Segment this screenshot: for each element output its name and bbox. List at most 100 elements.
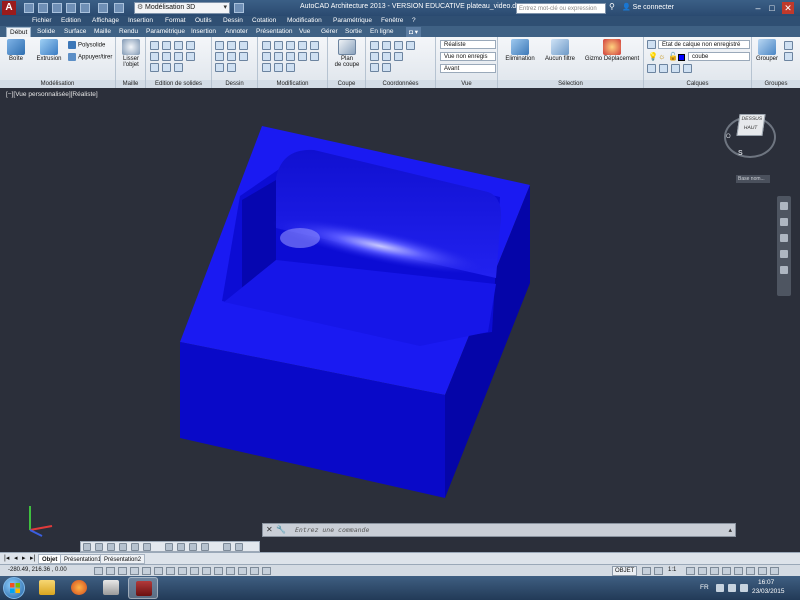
new-file-icon[interactable] bbox=[24, 3, 34, 13]
clean-screen-icon[interactable] bbox=[770, 567, 779, 575]
wcs-dropdown[interactable]: Base nom... bbox=[736, 175, 770, 183]
polysolide-button[interactable]: Polysolide bbox=[68, 41, 105, 49]
grid-icon[interactable] bbox=[118, 567, 127, 575]
compass-west-label[interactable]: O bbox=[726, 134, 731, 140]
panel-title-selection[interactable]: Sélection bbox=[498, 80, 643, 88]
plot-icon[interactable] bbox=[80, 3, 90, 13]
save-icon[interactable] bbox=[52, 3, 62, 13]
tab-insertion[interactable]: Insertion bbox=[188, 27, 219, 37]
3d-model-scene[interactable] bbox=[0, 88, 800, 552]
otrack-icon[interactable] bbox=[178, 567, 187, 575]
tab-sortie[interactable]: Sortie bbox=[342, 27, 365, 37]
undo-icon[interactable] bbox=[98, 3, 108, 13]
extrusion-button[interactable]: Extrusion bbox=[34, 39, 64, 62]
snap-icon[interactable] bbox=[106, 567, 115, 575]
zoom-icon[interactable] bbox=[780, 234, 788, 242]
taskbar-firefox[interactable] bbox=[64, 577, 94, 599]
hardware-acceleration-icon[interactable] bbox=[734, 567, 743, 575]
showmotion-icon[interactable] bbox=[780, 266, 788, 274]
status-bar-menu-icon[interactable] bbox=[758, 567, 767, 575]
osnap-icon[interactable] bbox=[154, 567, 163, 575]
layer-color-swatch[interactable] bbox=[678, 54, 685, 61]
ucs-origin-icon[interactable] bbox=[370, 52, 379, 61]
visual-style-dropdown[interactable]: Réaliste bbox=[440, 40, 496, 49]
menu-insertion[interactable]: Insertion bbox=[128, 17, 153, 24]
gizmo-button[interactable]: Gizmo Déplacement bbox=[584, 39, 640, 62]
viewport-controls-label[interactable]: [−][Vue personnalisée][Réaliste] bbox=[6, 91, 98, 98]
tab-vue[interactable]: Vue bbox=[296, 27, 313, 37]
ortho-icon[interactable] bbox=[130, 567, 139, 575]
elimination-button[interactable]: Elimination bbox=[502, 39, 538, 62]
imprint-icon[interactable] bbox=[162, 63, 171, 72]
close-button[interactable]: ✕ bbox=[782, 2, 794, 14]
tab-surface[interactable]: Surface bbox=[61, 27, 89, 37]
close-icon[interactable]: ✕ bbox=[266, 525, 273, 534]
scale-icon[interactable] bbox=[274, 52, 283, 61]
panel-title-maille[interactable]: Maille bbox=[116, 80, 145, 88]
filtre-button[interactable]: Aucun filtre bbox=[540, 39, 580, 62]
annotation-monitor-icon[interactable] bbox=[262, 567, 271, 575]
tab-maille[interactable]: Maille bbox=[91, 27, 114, 37]
panel-title-coordonnees[interactable]: Coordonnées bbox=[366, 80, 435, 88]
quick-view-layouts-icon[interactable] bbox=[83, 543, 91, 551]
menu-dessin[interactable]: Dessin bbox=[223, 17, 243, 24]
mirror-icon[interactable] bbox=[310, 41, 319, 50]
3d-osnap-icon[interactable] bbox=[166, 567, 175, 575]
offset-icon[interactable] bbox=[274, 63, 283, 72]
annotation-visibility-icon[interactable] bbox=[686, 567, 695, 575]
tray-expand-icon[interactable] bbox=[716, 584, 724, 592]
maximize-button[interactable]: □ bbox=[766, 2, 778, 14]
tab-debut[interactable]: Début bbox=[6, 27, 32, 37]
ribbon-minimize-icon[interactable]: ◘ ▾ bbox=[406, 27, 421, 37]
ucs-y-icon[interactable] bbox=[394, 41, 403, 50]
annotation-scale[interactable]: 1:1 bbox=[668, 567, 676, 573]
auto-scale-icon[interactable] bbox=[698, 567, 707, 575]
redo-icon[interactable] bbox=[114, 3, 124, 13]
view-direction-dropdown[interactable]: Avant bbox=[440, 64, 496, 73]
boite-button[interactable]: Boîte bbox=[4, 39, 28, 62]
offset-edge-icon[interactable] bbox=[174, 63, 183, 72]
stretch-icon[interactable] bbox=[262, 63, 271, 72]
camera-icon[interactable] bbox=[223, 543, 231, 551]
menu-cotation[interactable]: Cotation bbox=[252, 17, 276, 24]
copy-icon[interactable] bbox=[262, 52, 271, 61]
continuous-orbit-icon[interactable] bbox=[189, 543, 197, 551]
quick-access-dropdown-icon[interactable] bbox=[234, 3, 244, 13]
circle-icon[interactable] bbox=[215, 52, 224, 61]
layer-match-icon[interactable] bbox=[647, 64, 656, 73]
viewcube[interactable]: DESSUS HAUT S O bbox=[722, 106, 778, 162]
free-orbit-icon[interactable] bbox=[177, 543, 185, 551]
arc-icon[interactable] bbox=[239, 41, 248, 50]
walk-icon[interactable] bbox=[201, 543, 209, 551]
panel-title-groupes[interactable]: Groupes bbox=[752, 80, 800, 88]
group-edit-icon[interactable] bbox=[784, 52, 793, 61]
zoom-extents-icon[interactable] bbox=[235, 543, 243, 551]
explode-icon[interactable] bbox=[298, 52, 307, 61]
ucs-x-icon[interactable] bbox=[382, 41, 391, 50]
trim-icon[interactable] bbox=[286, 41, 295, 50]
zoom-tool-icon[interactable] bbox=[119, 543, 127, 551]
menu-edition[interactable]: Edition bbox=[61, 17, 81, 24]
showmotion-tool-icon[interactable] bbox=[143, 543, 151, 551]
transparency-icon[interactable] bbox=[226, 567, 235, 575]
extrude-face-icon[interactable] bbox=[174, 52, 183, 61]
taskbar-explorer[interactable] bbox=[32, 577, 62, 599]
ucs-z-icon[interactable] bbox=[406, 41, 415, 50]
lock-icon[interactable]: 🔓 bbox=[668, 52, 678, 61]
open-file-icon[interactable] bbox=[38, 3, 48, 13]
panel-title-coupe[interactable]: Coupe bbox=[328, 80, 365, 88]
tab-gerer[interactable]: Gérer bbox=[318, 27, 341, 37]
tab-annoter[interactable]: Annoter bbox=[222, 27, 251, 37]
panel-title-vue[interactable]: Vue bbox=[436, 80, 497, 88]
align-icon[interactable] bbox=[310, 52, 319, 61]
layer-state-dropdown[interactable]: Etat de calque non enregistré bbox=[658, 40, 750, 49]
rotate-icon[interactable] bbox=[274, 41, 283, 50]
menu-fichier[interactable]: Fichier bbox=[32, 17, 52, 24]
menu-affichage[interactable]: Affichage bbox=[92, 17, 119, 24]
ucs-3point-icon[interactable] bbox=[382, 52, 391, 61]
layer-isolate-icon[interactable] bbox=[671, 64, 680, 73]
interfere-icon[interactable] bbox=[186, 52, 195, 61]
tab-presentation[interactable]: Présentation bbox=[253, 27, 296, 37]
layer-properties-icon[interactable] bbox=[647, 40, 656, 49]
layer-previous-icon[interactable] bbox=[659, 64, 668, 73]
